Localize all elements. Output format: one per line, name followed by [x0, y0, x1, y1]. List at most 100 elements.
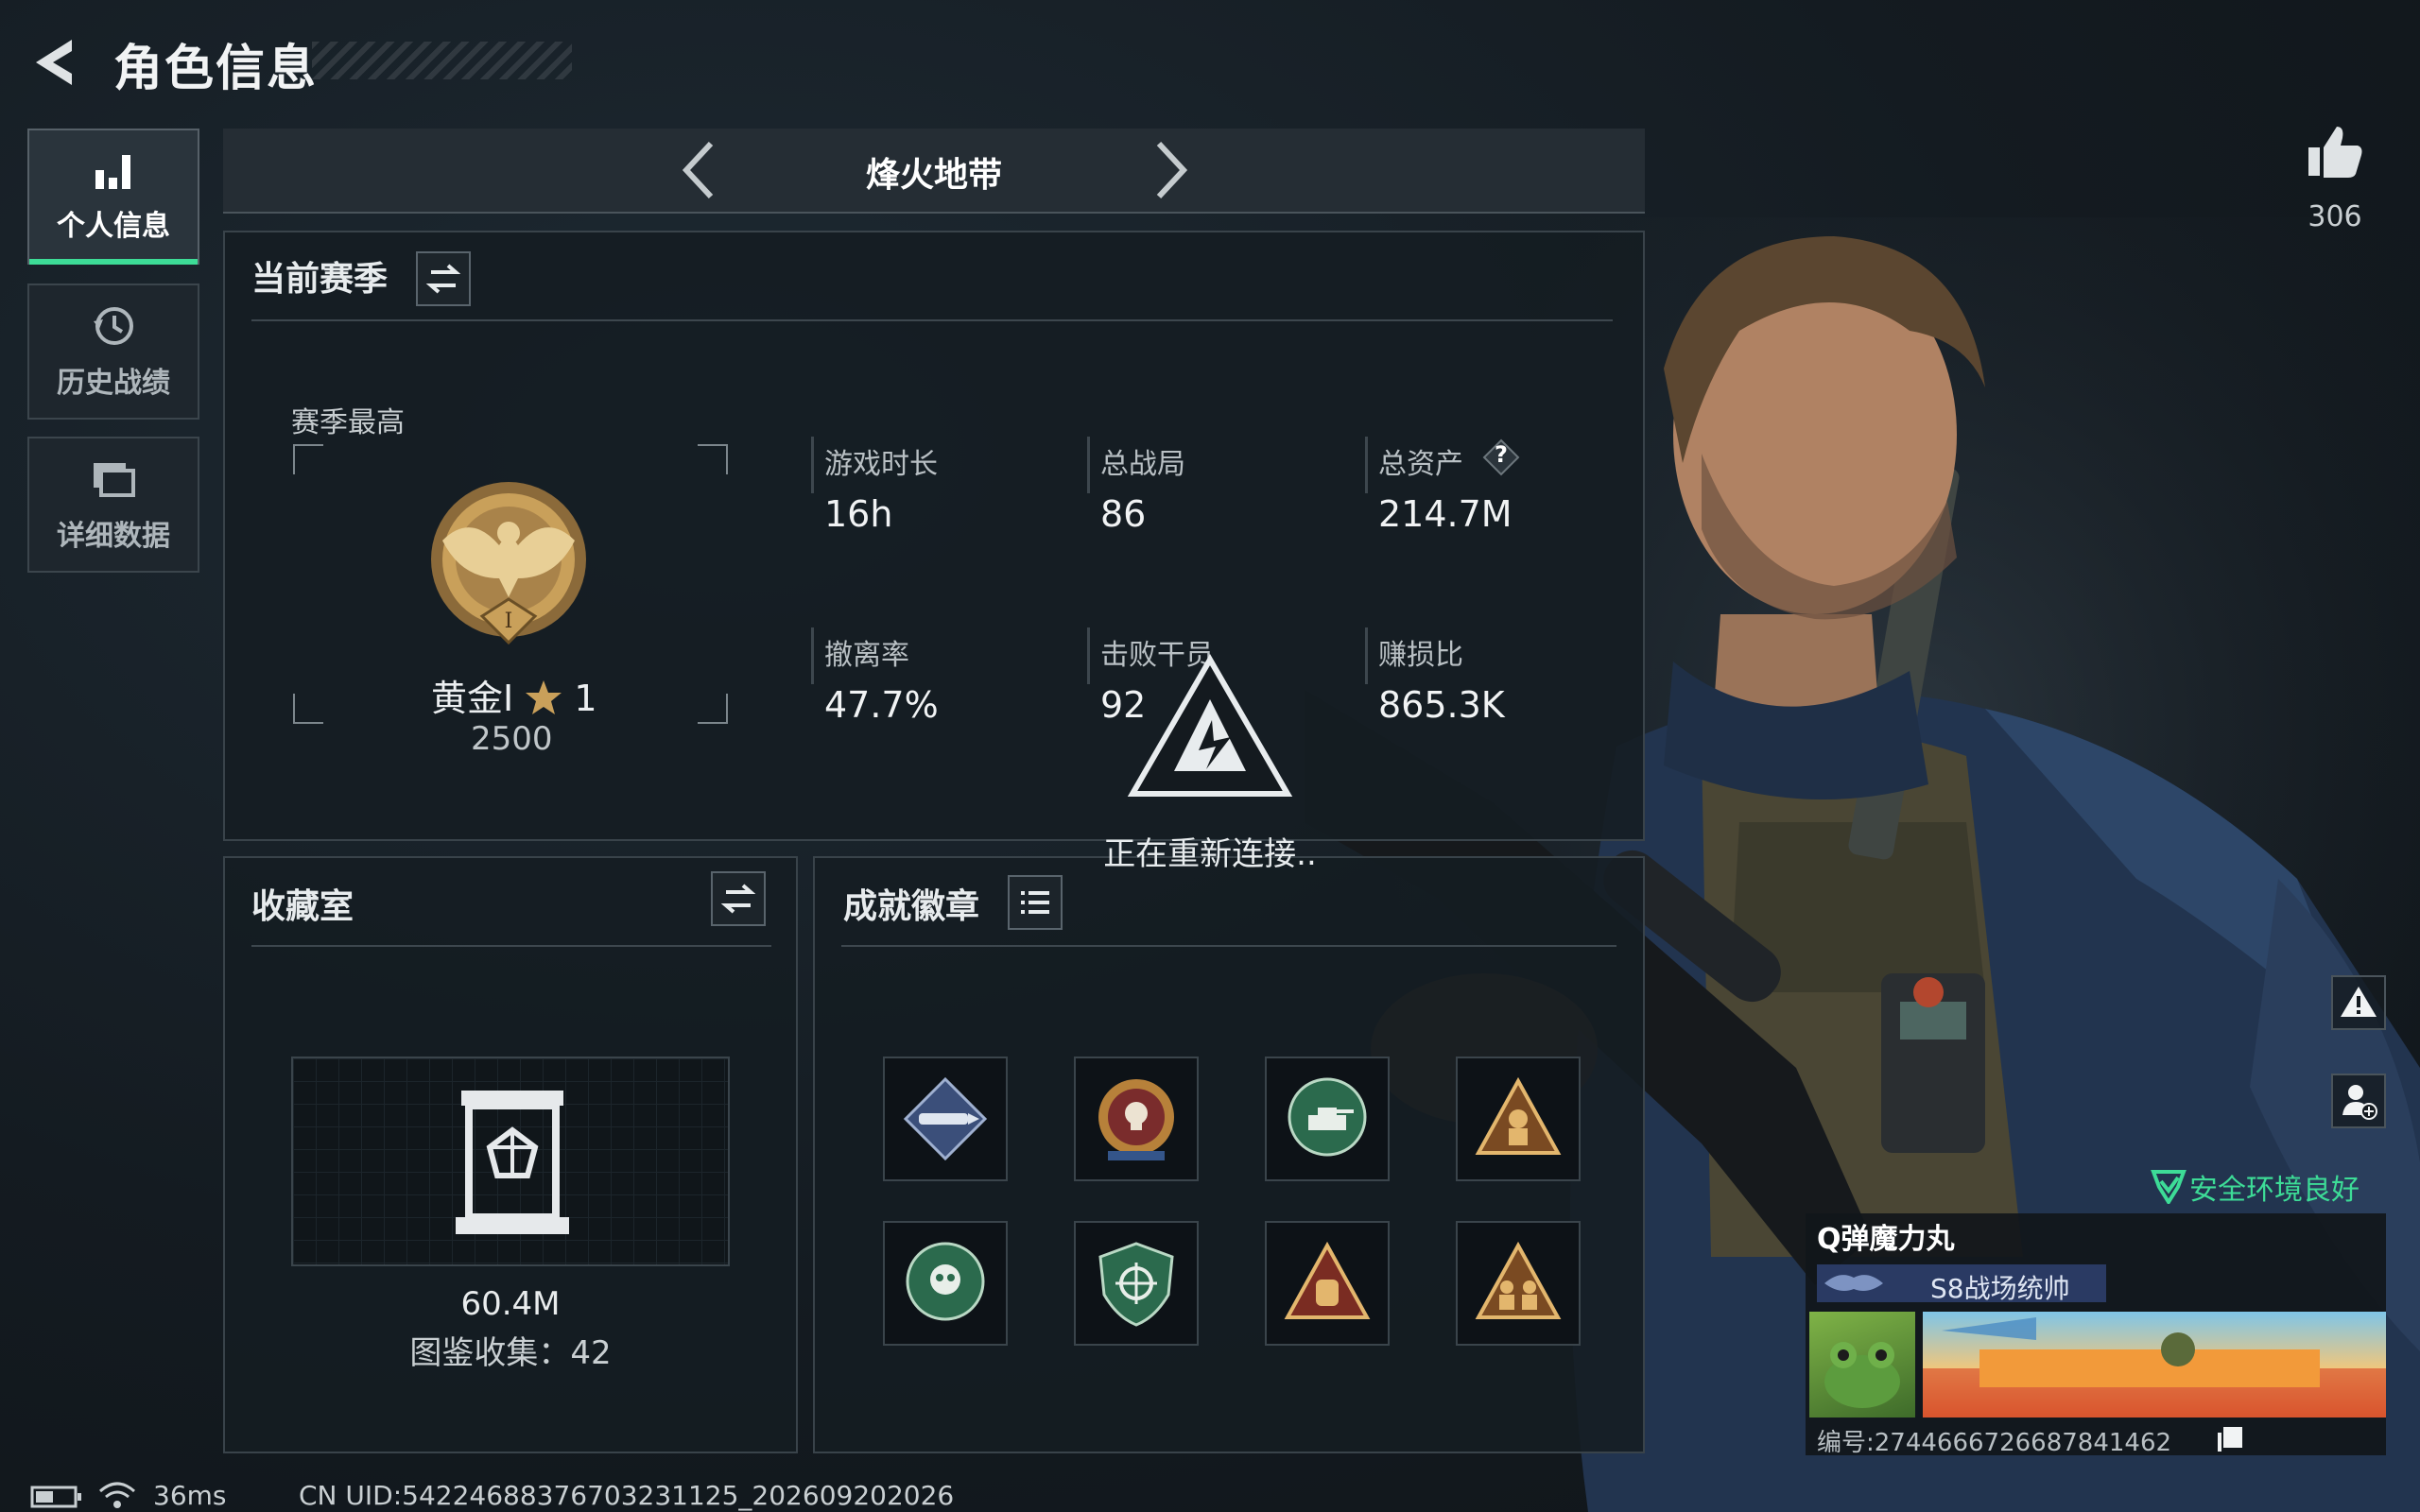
stat-divider — [811, 437, 814, 493]
achievement-badge[interactable] — [1074, 1221, 1199, 1346]
player-title-text: S8战场统帅 — [1930, 1273, 2070, 1304]
stat-value: 86 — [1100, 493, 1147, 535]
achievements-panel: 成就徽章 — [813, 856, 1645, 1453]
player-card[interactable]: Q弹魔力丸 S8战场统帅 编号:274466672668784146​2 — [1806, 1213, 2386, 1457]
svg-text:I: I — [505, 610, 513, 633]
like-count: 306 — [2308, 200, 2362, 233]
player-id: 编号:274466672668784146​2 — [1817, 1429, 2172, 1457]
sidebar-item-label: 个人信息 — [57, 210, 170, 243]
bar-chart-icon — [95, 155, 130, 189]
stat-value: 214.7M — [1378, 493, 1512, 535]
title-decoration — [312, 42, 572, 79]
stat-divider — [1087, 627, 1090, 684]
achievement-badge[interactable] — [1456, 1057, 1581, 1181]
divider — [841, 945, 1616, 947]
uid-text: CN UID:5422468837670323​1125_20260920202… — [299, 1480, 955, 1511]
divider — [251, 945, 771, 947]
collection-switch-button[interactable] — [711, 871, 766, 926]
rank-score: 2500 — [471, 720, 553, 758]
thumbs-up-icon[interactable] — [2305, 121, 2365, 181]
sidebar-item-label: 历史战绩 — [57, 367, 170, 400]
stat-divider — [811, 627, 814, 684]
stat-label: 撤离率 — [824, 639, 909, 672]
add-friend-icon — [2342, 1085, 2377, 1120]
collection-panel: 收藏室 60.4M 图鉴收集：42 — [223, 856, 798, 1453]
report-button[interactable] — [2331, 975, 2386, 1030]
chevron-right-icon[interactable] — [1146, 138, 1193, 202]
sidebar-item-detailed-data[interactable]: 详细数据 — [27, 437, 199, 573]
frame-corner — [698, 444, 728, 474]
help-icon[interactable]: ? — [1482, 438, 1520, 476]
stat-label: 总资产 — [1378, 448, 1463, 481]
reconnect-logo-icon — [1127, 654, 1293, 797]
frame-corner — [293, 444, 323, 474]
display-case-icon — [456, 1091, 569, 1234]
squad-triangle-badge-icon — [1475, 1241, 1562, 1319]
reconnect-text: 正在重新连接.. — [1103, 835, 1317, 873]
stat-divider — [1087, 437, 1090, 493]
sidebar-item-history[interactable]: 历史战绩 — [27, 284, 199, 420]
stat-divider — [1365, 437, 1368, 493]
safety-status: 安全环境良好 — [2189, 1174, 2360, 1207]
warning-icon — [2341, 987, 2377, 1017]
player-avatar — [1809, 1312, 1915, 1418]
rank-wings-icon — [1824, 1275, 1883, 1291]
collection-value: 60.4M — [460, 1285, 561, 1323]
achievement-badge[interactable] — [1265, 1221, 1390, 1346]
achievement-badge[interactable] — [883, 1057, 1008, 1181]
swap-icon — [425, 264, 461, 294]
collection-showcase[interactable] — [291, 1057, 730, 1266]
player-name: Q弹魔力丸 — [1817, 1223, 1955, 1256]
season-switch-button[interactable] — [416, 251, 471, 306]
skull-wreath-badge-icon — [906, 1242, 985, 1321]
rocket-badge-icon — [903, 1076, 988, 1161]
season-panel: 当前赛季 赛季最高 I 黄金I 1 2500 游戏时长 16h 总战局 86 总… — [223, 231, 1645, 841]
crosshair-shield-badge-icon — [1098, 1242, 1174, 1327]
sidebar-item-label: 详细数据 — [57, 520, 170, 553]
stat-value: 47.7% — [824, 684, 939, 726]
sidebar-item-personal-info[interactable]: 个人信息 — [27, 129, 199, 265]
mode-selector: 烽火地带 — [223, 129, 1645, 214]
help-symbol: ? — [1495, 441, 1508, 468]
achievement-badge[interactable] — [1074, 1057, 1199, 1181]
gold-rank-emblem-icon: I — [431, 482, 586, 645]
collection-title: 收藏室 — [251, 887, 354, 926]
battery-icon — [30, 1486, 81, 1508]
rank-name: 黄金I — [431, 678, 514, 719]
catalog-count: 图鉴收集：42 — [409, 1334, 612, 1372]
achievement-badge[interactable] — [1456, 1221, 1581, 1346]
achievements-title: 成就徽章 — [843, 887, 980, 926]
list-icon — [1021, 891, 1049, 914]
wifi-icon — [99, 1482, 135, 1508]
stat-label: 赚损比 — [1378, 639, 1463, 672]
stat-label: 总战局 — [1100, 448, 1185, 481]
stat-value: 16h — [824, 493, 893, 535]
banner-scene-icon — [1923, 1317, 2386, 1418]
back-arrow-icon[interactable] — [26, 34, 83, 91]
rank-row: 黄金I 1 — [431, 669, 597, 721]
frog-avatar-icon — [1824, 1342, 1900, 1408]
player-title-tag: S8战场统帅 — [1817, 1264, 2106, 1304]
folders-icon — [94, 463, 135, 497]
ping-value: 36ms — [153, 1480, 227, 1511]
soldier-triangle-badge-icon — [1475, 1076, 1562, 1155]
frame-corner — [293, 694, 323, 724]
copy-icon[interactable] — [2216, 1425, 2244, 1453]
page-title: 角色信息 — [113, 41, 319, 97]
season-best-label: 赛季最高 — [291, 406, 405, 439]
swap-icon — [720, 884, 756, 914]
season-title: 当前赛季 — [251, 260, 389, 299]
achievement-badge[interactable] — [883, 1221, 1008, 1346]
mode-title: 烽火地带 — [865, 156, 1002, 195]
divider — [251, 319, 1613, 321]
stat-label: 游戏时长 — [824, 448, 938, 481]
stat-divider — [1365, 627, 1368, 684]
rank-stars: 1 — [574, 678, 597, 719]
add-friend-button[interactable] — [2331, 1074, 2386, 1128]
history-clock-icon — [94, 307, 133, 345]
player-banner — [1923, 1312, 2386, 1418]
achievements-list-button[interactable] — [1008, 875, 1063, 930]
stat-value: 865.3K — [1378, 684, 1505, 726]
hand-triangle-badge-icon — [1284, 1241, 1371, 1319]
achievement-badge[interactable] — [1265, 1057, 1390, 1181]
